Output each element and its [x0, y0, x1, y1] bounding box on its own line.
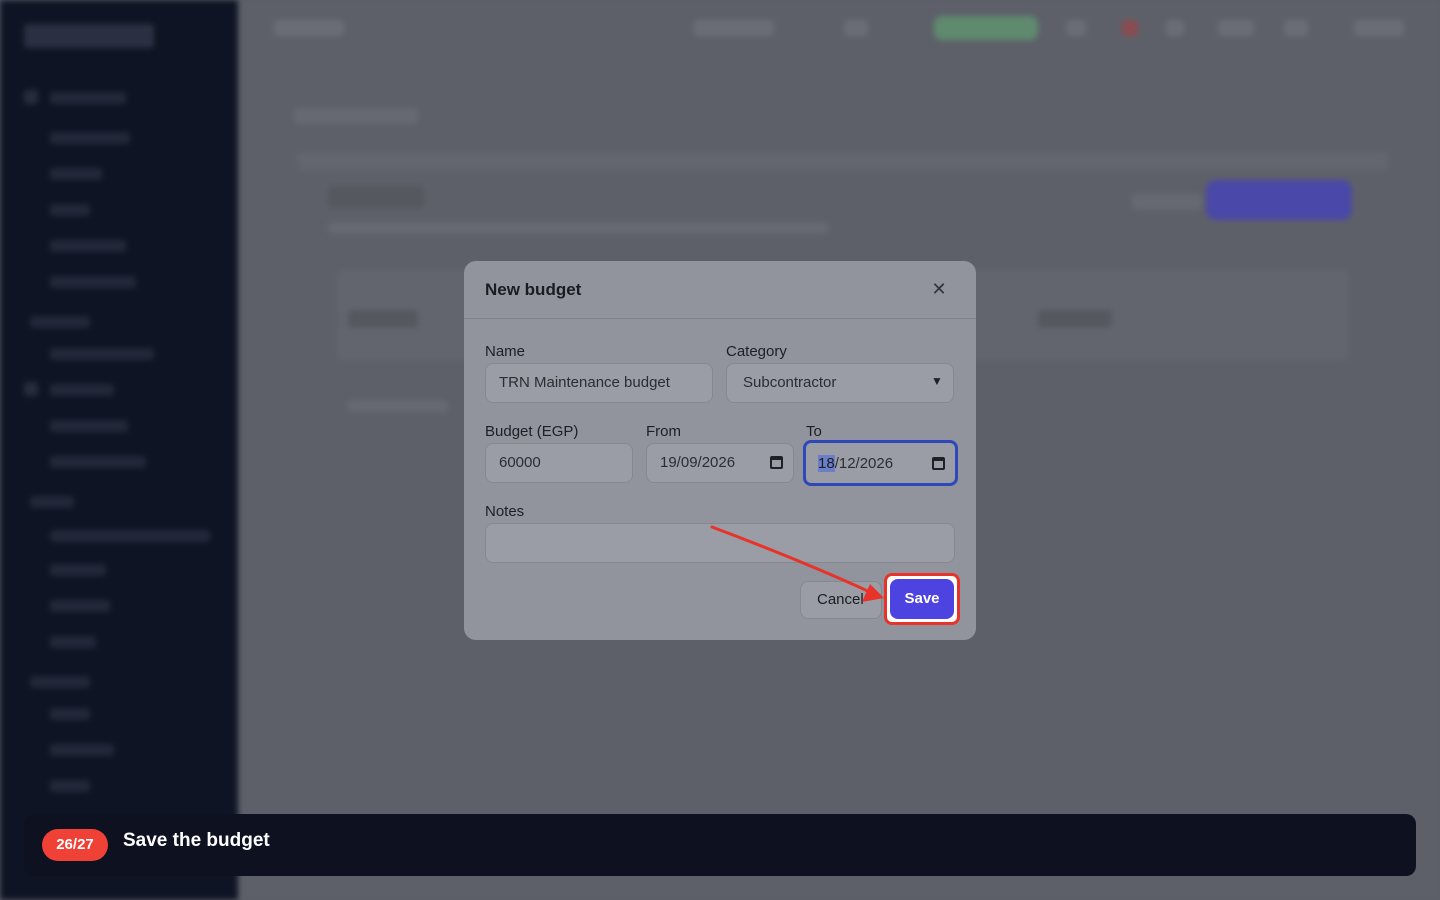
sidebar-icon [24, 382, 38, 396]
sidebar-section [30, 676, 90, 688]
notification-icon [1122, 20, 1138, 36]
bg-text [348, 400, 448, 412]
sidebar [0, 0, 238, 900]
budget-label: Budget (EGP) [485, 423, 579, 440]
notes-label: Notes [485, 503, 525, 520]
from-label: From [646, 423, 681, 440]
topbar-icon [844, 20, 868, 36]
sidebar-item [50, 240, 126, 252]
sidebar-section [30, 496, 74, 508]
category-label: Category [726, 343, 787, 360]
bg-tabs [298, 152, 1388, 170]
sidebar-section [30, 316, 90, 328]
sidebar-item [50, 92, 126, 104]
sidebar-item [50, 348, 154, 360]
topbar-icon [1218, 20, 1254, 36]
topbar-status [934, 16, 1038, 40]
sidebar-item [50, 132, 130, 144]
bg-card-value [1038, 310, 1112, 328]
dialog-header: New budget ✕ [464, 261, 976, 319]
tour-instruction: Save the budget [123, 830, 270, 851]
sidebar-item [50, 636, 96, 648]
from-value: 19/09/2026 [660, 454, 736, 471]
topbar-user [1354, 20, 1404, 36]
tour-banner: 26/27 Save the budget [24, 814, 1416, 876]
app-logo [24, 24, 154, 48]
sidebar-item [50, 780, 90, 792]
save-button[interactable]: Save [890, 579, 954, 619]
sidebar-item [50, 564, 106, 576]
from-date-input[interactable]: 19/09/2026 [646, 443, 794, 483]
bg-button [1132, 194, 1202, 210]
close-icon[interactable]: ✕ [930, 280, 948, 298]
sidebar-item [50, 168, 102, 180]
sidebar-item [50, 530, 210, 542]
calendar-icon[interactable] [932, 457, 945, 470]
sidebar-item [50, 384, 114, 396]
to-value-rest: /12/2026 [834, 455, 894, 472]
budget-value: 60000 [499, 454, 541, 471]
bg-card-value [348, 310, 418, 328]
new-budget-dialog: New budget ✕ Name TRN Maintenance budget… [464, 261, 976, 640]
calendar-icon[interactable] [770, 456, 783, 469]
step-badge: 26/27 [42, 829, 108, 861]
name-value: TRN Maintenance budget [499, 374, 670, 391]
bg-primary-button [1206, 180, 1352, 220]
to-date-input[interactable]: 18/12/2026 [803, 440, 958, 486]
budget-input[interactable]: 60000 [485, 443, 633, 483]
to-value-selected: 18 [818, 455, 835, 472]
topbar-breadcrumb [274, 20, 344, 36]
sidebar-item [50, 600, 110, 612]
topbar-icon [1166, 20, 1184, 36]
sidebar-icon [24, 90, 38, 104]
sidebar-item [50, 708, 90, 720]
chevron-down-icon: ▼ [931, 374, 943, 388]
sidebar-item [50, 420, 128, 432]
bg-heading [328, 186, 424, 208]
to-label: To [806, 423, 822, 440]
cancel-button[interactable]: Cancel [800, 581, 882, 619]
name-input[interactable]: TRN Maintenance budget [485, 363, 713, 403]
category-select[interactable]: Subcontractor ▼ [726, 363, 954, 403]
bg-subtitle [328, 222, 828, 234]
topbar-icon [1284, 20, 1308, 36]
topbar-icon [1066, 20, 1086, 36]
sidebar-item [50, 204, 90, 216]
notes-input[interactable] [485, 523, 955, 563]
sidebar-item [50, 276, 136, 288]
sidebar-item [50, 456, 146, 468]
dialog-title: New budget [485, 280, 582, 299]
topbar-search [694, 20, 774, 36]
name-label: Name [485, 343, 526, 360]
category-value: Subcontractor [743, 374, 837, 391]
bg-breadcrumb [294, 108, 418, 124]
to-value: 18/12/2026 [818, 445, 893, 483]
sidebar-item [50, 744, 114, 756]
